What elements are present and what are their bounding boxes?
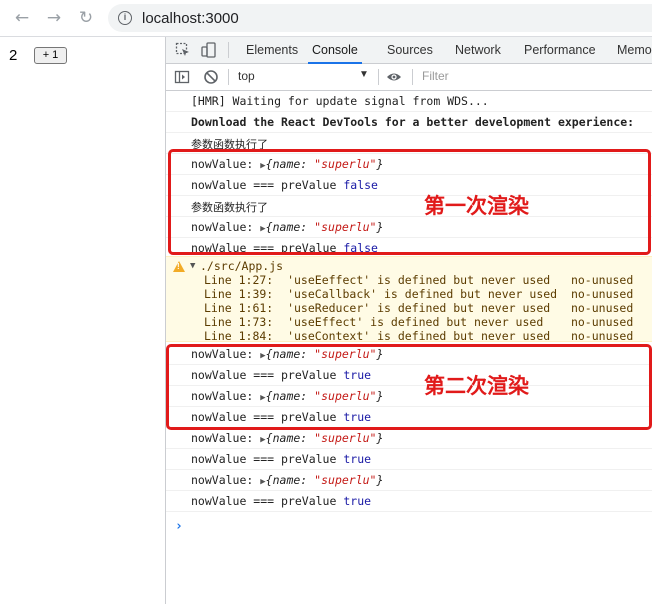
sidebar-toggle-icon[interactable] (174, 69, 190, 85)
first-render-highlight (168, 149, 651, 255)
console-message[interactable]: nowValue: ▶{name: "superlu"} (166, 428, 652, 449)
info-icon[interactable]: i (118, 11, 132, 25)
second-render-annotation: 第二次渲染 (424, 374, 529, 398)
chevron-down-icon[interactable]: ▼ (359, 69, 369, 80)
divider (228, 42, 229, 58)
tab-memory[interactable]: Memo (617, 37, 652, 64)
inspect-element-icon[interactable] (175, 42, 191, 58)
filter-input[interactable]: Filter (422, 69, 449, 83)
context-select[interactable]: top (238, 69, 255, 83)
tab-elements[interactable]: Elements (246, 37, 298, 64)
warning-icon: ! (173, 261, 185, 272)
clear-console-icon[interactable] (203, 69, 219, 85)
tab-sources[interactable]: Sources (387, 37, 433, 64)
page-viewport: 2 + 1 (0, 37, 165, 604)
tab-console[interactable]: Console (308, 37, 362, 64)
forward-icon[interactable]: → (44, 8, 64, 28)
divider (412, 69, 413, 85)
console-message[interactable]: nowValue: ▶{name: "superlu"} (166, 470, 652, 491)
tab-network[interactable]: Network (455, 37, 501, 64)
browser-toolbar: ← → ↻ i localhost:3000 (0, 0, 652, 37)
divider (228, 69, 229, 85)
eslint-warning[interactable]: ! ▼ ./src/App.js Line 1:27: 'useEeffect'… (166, 256, 652, 343)
console-message: nowValue === preValue true (166, 491, 652, 512)
divider (378, 69, 379, 85)
url-text: localhost:3000 (142, 10, 239, 27)
address-bar[interactable]: i localhost:3000 (108, 4, 652, 32)
increment-button[interactable]: + 1 (34, 47, 67, 64)
expand-triangle-icon[interactable]: ▼ (190, 261, 195, 271)
tab-performance[interactable]: Performance (524, 37, 596, 64)
eye-icon[interactable] (386, 69, 402, 85)
first-render-annotation: 第一次渲染 (424, 194, 529, 218)
console-prompt[interactable]: › (175, 519, 183, 534)
count-value: 2 (9, 47, 18, 64)
console-filterbar: top ▼ Filter (166, 64, 652, 91)
device-toolbar-icon[interactable] (201, 42, 217, 58)
reload-icon[interactable]: ↻ (76, 8, 96, 28)
console-message: [HMR] Waiting for update signal from WDS… (166, 91, 652, 112)
back-icon[interactable]: ← (12, 8, 32, 28)
console-message: nowValue === preValue true (166, 449, 652, 470)
console-message: Download the React DevTools for a better… (166, 112, 652, 133)
devtools-tabbar: Elements Console Sources Network Perform… (166, 37, 652, 64)
devtools-panel: Elements Console Sources Network Perform… (165, 37, 652, 604)
second-render-highlight (166, 344, 652, 430)
